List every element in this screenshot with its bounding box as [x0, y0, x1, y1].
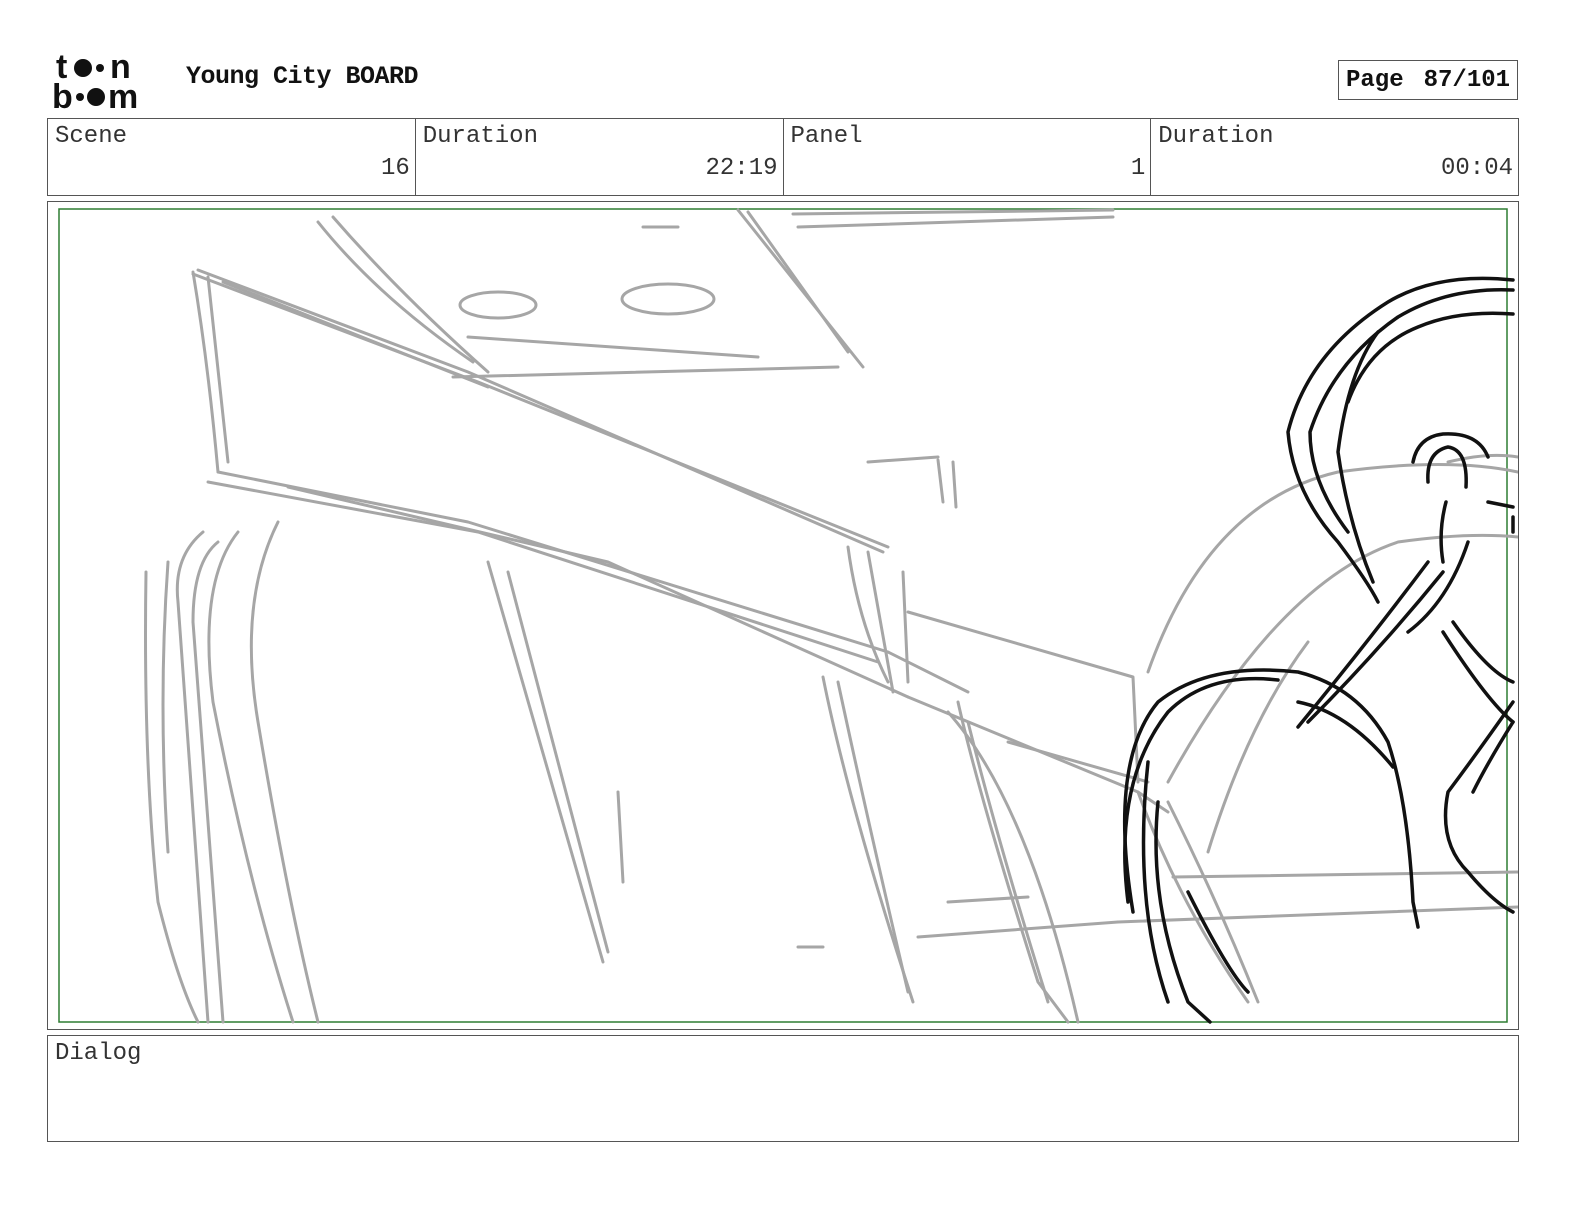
storyboard-panel	[47, 201, 1519, 1030]
dialog-box: Dialog	[47, 1035, 1519, 1142]
scene-duration-cell: Duration 22:19	[416, 119, 784, 195]
toon-boom-logo: t n b m	[52, 50, 138, 112]
panel-duration-label: Duration	[1158, 123, 1274, 150]
background-sketch-gray	[144, 208, 1518, 1024]
panel-duration-value: 00:04	[1440, 155, 1513, 182]
page-label: Page	[1346, 66, 1404, 94]
scene-cell: Scene 16	[48, 119, 416, 195]
panel-value: 1	[1130, 155, 1146, 182]
scene-label: Scene	[55, 123, 128, 150]
panel-label: Panel	[790, 123, 863, 150]
scene-duration-label: Duration	[422, 123, 538, 150]
safe-frame	[58, 208, 1508, 1023]
page-number: 87/101	[1423, 66, 1511, 94]
scene-duration-value: 22:19	[705, 155, 778, 182]
panel-cell: Panel 1	[784, 119, 1152, 195]
scene-value: 16	[380, 155, 410, 182]
svg-text:m: m	[108, 78, 138, 112]
panel-info-row: Scene 16 Duration 22:19 Panel 1 Duration…	[47, 118, 1519, 196]
page-indicator: Page 87/101	[1338, 60, 1518, 100]
panel-sketch	[58, 208, 1518, 1024]
panel-duration-cell: Duration 00:04	[1151, 119, 1518, 195]
svg-text:b: b	[52, 78, 73, 112]
project-title: Young City BOARD	[186, 62, 419, 91]
dialog-label: Dialog	[55, 1040, 142, 1067]
